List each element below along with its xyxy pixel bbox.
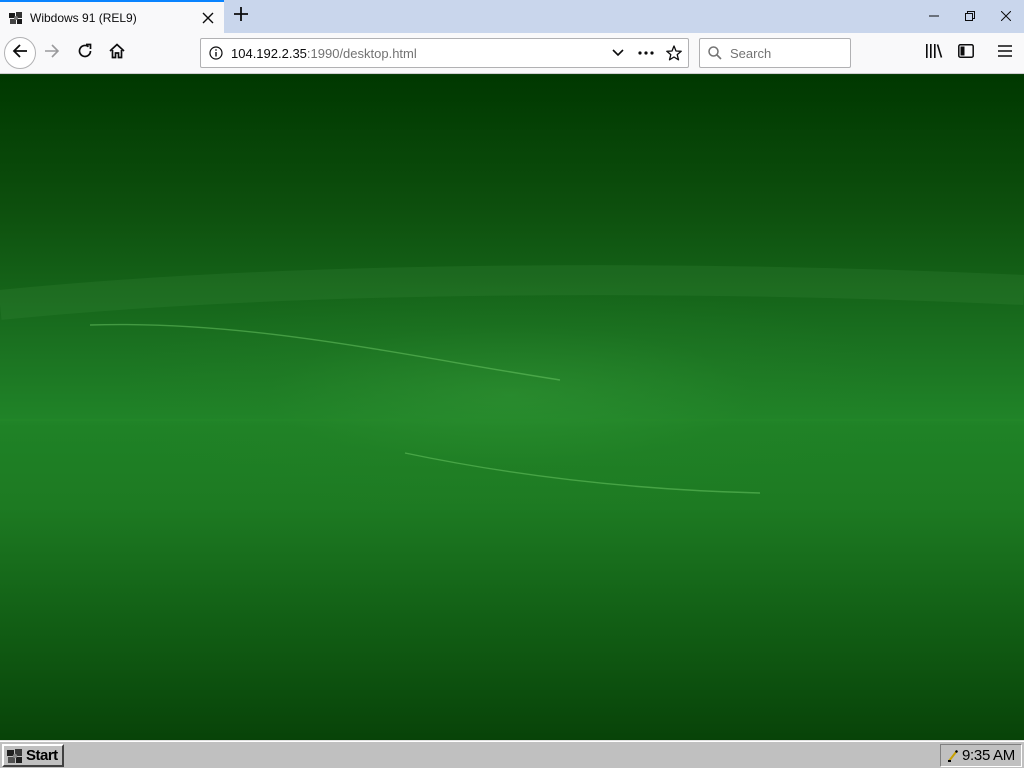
system-tray: 9:35 AM [940, 744, 1022, 767]
sidebar-button[interactable] [952, 39, 980, 67]
wibdows-logo-icon [8, 10, 24, 26]
search-bar[interactable] [699, 38, 851, 68]
speaker-icon[interactable] [947, 749, 959, 763]
url-bar[interactable]: 104.192.2.35:1990/desktop.html [200, 38, 689, 68]
tab-strip: Wibdows 91 (REL9) [0, 0, 1024, 33]
more-icon[interactable] [632, 39, 660, 67]
home-icon [109, 42, 125, 64]
new-tab-button[interactable] [228, 3, 254, 29]
home-button[interactable] [103, 39, 131, 67]
navigation-toolbar: 104.192.2.35:1990/desktop.html [0, 33, 1024, 74]
browser-tab[interactable]: Wibdows 91 (REL9) [0, 0, 224, 33]
desktop-background[interactable] [0, 75, 1024, 740]
menu-button[interactable] [991, 39, 1019, 67]
start-label: Start [26, 747, 58, 764]
url-path: :1990/desktop.html [306, 45, 417, 61]
reload-icon [77, 43, 93, 64]
window-controls [916, 0, 1024, 33]
chevron-down-icon[interactable] [604, 39, 632, 67]
restore-icon [965, 8, 975, 26]
minimize-icon [929, 8, 939, 26]
library-icon [925, 43, 943, 64]
plus-icon [234, 6, 248, 26]
taskbar: Start 9:35 AM [0, 740, 1024, 768]
info-icon[interactable] [201, 39, 231, 67]
arrow-right-icon [44, 43, 60, 64]
start-button[interactable]: Start [2, 744, 64, 767]
wallpaper-swoosh [0, 265, 1024, 494]
star-icon[interactable] [660, 39, 688, 67]
url-text[interactable]: 104.192.2.35:1990/desktop.html [231, 46, 604, 61]
library-button[interactable] [920, 39, 948, 67]
back-button[interactable] [4, 37, 36, 69]
hamburger-menu-icon [998, 44, 1012, 62]
tab-title: Wibdows 91 (REL9) [30, 10, 137, 25]
reload-button[interactable] [71, 39, 99, 67]
minimize-button[interactable] [916, 0, 952, 33]
search-input[interactable] [730, 45, 840, 61]
url-host: 104.192.2.35 [231, 45, 307, 61]
clock: 9:35 AM [962, 747, 1015, 764]
close-tab-icon[interactable] [196, 6, 220, 30]
arrow-left-icon [12, 43, 28, 64]
wibdows-logo-icon [6, 748, 24, 764]
close-window-button[interactable] [988, 0, 1024, 33]
forward-button[interactable] [38, 39, 66, 67]
restore-button[interactable] [952, 0, 988, 33]
sidebar-icon [958, 43, 974, 63]
search-icon [700, 39, 730, 67]
close-icon [1000, 8, 1012, 26]
